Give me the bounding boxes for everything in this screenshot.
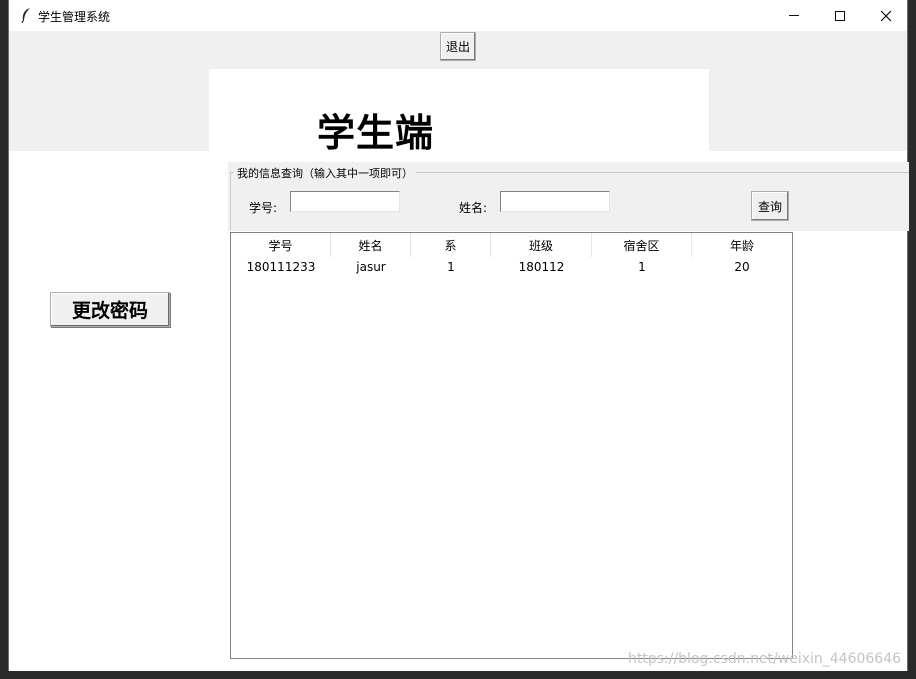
close-button[interactable]: [863, 0, 909, 31]
maximize-button[interactable]: [817, 0, 863, 31]
table-row[interactable]: 180111233 jasur 1 180112 1 20: [231, 257, 792, 277]
query-panel: 我的信息查询（输入其中一项即可） 学号: 姓名: 查询: [228, 162, 909, 231]
column-header-age[interactable]: 年龄: [692, 233, 792, 257]
query-frame-label: 我的信息查询（输入其中一项即可）: [234, 165, 416, 181]
change-password-button[interactable]: 更改密码: [50, 292, 170, 327]
column-header-class[interactable]: 班级: [491, 233, 592, 257]
cell-department: 1: [447, 260, 455, 274]
column-header-dorm[interactable]: 宿舍区: [592, 233, 692, 257]
column-header-department[interactable]: 系: [411, 233, 491, 257]
minimize-icon: [789, 15, 799, 16]
maximize-icon: [835, 10, 845, 21]
query-button[interactable]: 查询: [751, 191, 789, 221]
logout-button[interactable]: 退出: [440, 32, 476, 61]
cell-class: 180112: [518, 260, 565, 274]
window-title: 学生管理系统: [38, 10, 111, 24]
student-id-input[interactable]: [290, 191, 400, 212]
table-header: 学号 姓名 系 班级 宿舍区 年龄: [231, 233, 792, 257]
student-id-label: 学号:: [249, 201, 278, 215]
cell-dorm: 1: [638, 260, 646, 274]
banner-title: 学生端: [317, 111, 435, 151]
feather-icon: [21, 8, 30, 23]
cell-student-id: 180111233: [246, 260, 316, 274]
name-label: 姓名:: [459, 201, 488, 215]
cell-name: jasur: [356, 260, 386, 274]
column-header-student-id[interactable]: 学号: [231, 233, 331, 257]
watermark-text: https://blog.csdn.net/weixin_44606646: [628, 651, 902, 667]
cell-age: 20: [734, 260, 750, 274]
student-info-table[interactable]: 学号 姓名 系 班级 宿舍区 年龄 180111233 jasur 1 1801…: [230, 232, 793, 659]
close-icon: [880, 10, 892, 21]
banner-image: 学生端: [209, 69, 709, 151]
name-input[interactable]: [500, 191, 610, 212]
title-bar: 学生管理系统: [9, 0, 907, 31]
minimize-button[interactable]: [771, 0, 817, 31]
column-header-name[interactable]: 姓名: [331, 233, 411, 257]
app-window: 学生管理系统 退出 学生端 更改密码 我的信息查询（输入其中一项即可） 学号: …: [8, 0, 909, 671]
